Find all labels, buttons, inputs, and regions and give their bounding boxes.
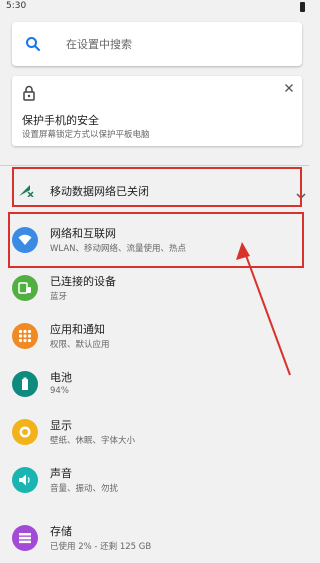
storage-icon [12,525,38,551]
divider [0,165,309,166]
devices-icon [12,275,38,301]
suggestion-subtitle: 设置屏幕锁定方式以保护平板电脑 [22,130,150,140]
security-suggestion-card[interactable]: 保护手机的安全 设置屏幕锁定方式以保护平板电脑 [12,76,302,146]
mobile-data-off-icon [18,181,34,198]
settings-item-title: 电池 [50,371,72,384]
settings-item-battery[interactable]: 电池 94% [0,361,309,409]
settings-item-summary: 权限、默认应用 [50,340,110,350]
settings-item-summary: 蓝牙 [50,292,68,302]
settings-item-apps[interactable]: 应用和通知 权限、默认应用 [0,313,309,361]
mobile-data-off-condition[interactable]: 移动数据网络已关闭 [12,167,309,209]
settings-item-summary: 94% [50,386,69,396]
status-time: 5:30 [6,1,27,11]
settings-item-title: 显示 [50,419,72,432]
settings-item-network[interactable]: 网络和互联网 WLAN、移动网络、流量使用、热点 [0,217,309,265]
settings-item-title: 已连接的设备 [50,275,116,288]
settings-item-title: 应用和通知 [50,323,105,336]
close-icon[interactable] [282,80,296,94]
settings-item-storage[interactable]: 存储 已使用 2% - 还剩 125 GB [0,515,309,563]
settings-item-summary: 壁纸、休眠、字体大小 [50,436,136,446]
settings-item-summary: WLAN、移动网络、流量使用、热点 [50,244,187,254]
lock-icon [22,84,36,102]
settings-item-summary: 音量、振动、勿扰 [50,484,119,494]
settings-item-title: 声音 [50,467,72,480]
search-icon[interactable] [24,35,42,53]
settings-item-title: 网络和互联网 [50,227,116,240]
battery-icon [12,371,38,397]
status-bar: 5:30 [0,0,309,14]
brightness-icon [12,419,38,445]
search-placeholder[interactable]: 在设置中搜索 [66,36,132,52]
settings-item-title: 存储 [50,525,72,538]
chevron-down-icon[interactable] [296,185,306,200]
battery-status-icon [300,2,305,12]
settings-item-summary: 已使用 2% - 还剩 125 GB [50,542,152,552]
apps-icon [12,323,38,349]
volume-icon [12,467,38,493]
settings-item-connected-devices[interactable]: 已连接的设备 蓝牙 [0,265,309,313]
settings-item-display[interactable]: 显示 壁纸、休眠、字体大小 [0,409,309,457]
wifi-icon [12,227,38,253]
condition-label: 移动数据网络已关闭 [50,185,149,198]
suggestion-title: 保护手机的安全 [22,114,99,127]
settings-item-sound[interactable]: 声音 音量、振动、勿扰 [0,457,309,505]
settings-search-bar[interactable]: 在设置中搜索 [12,22,302,66]
